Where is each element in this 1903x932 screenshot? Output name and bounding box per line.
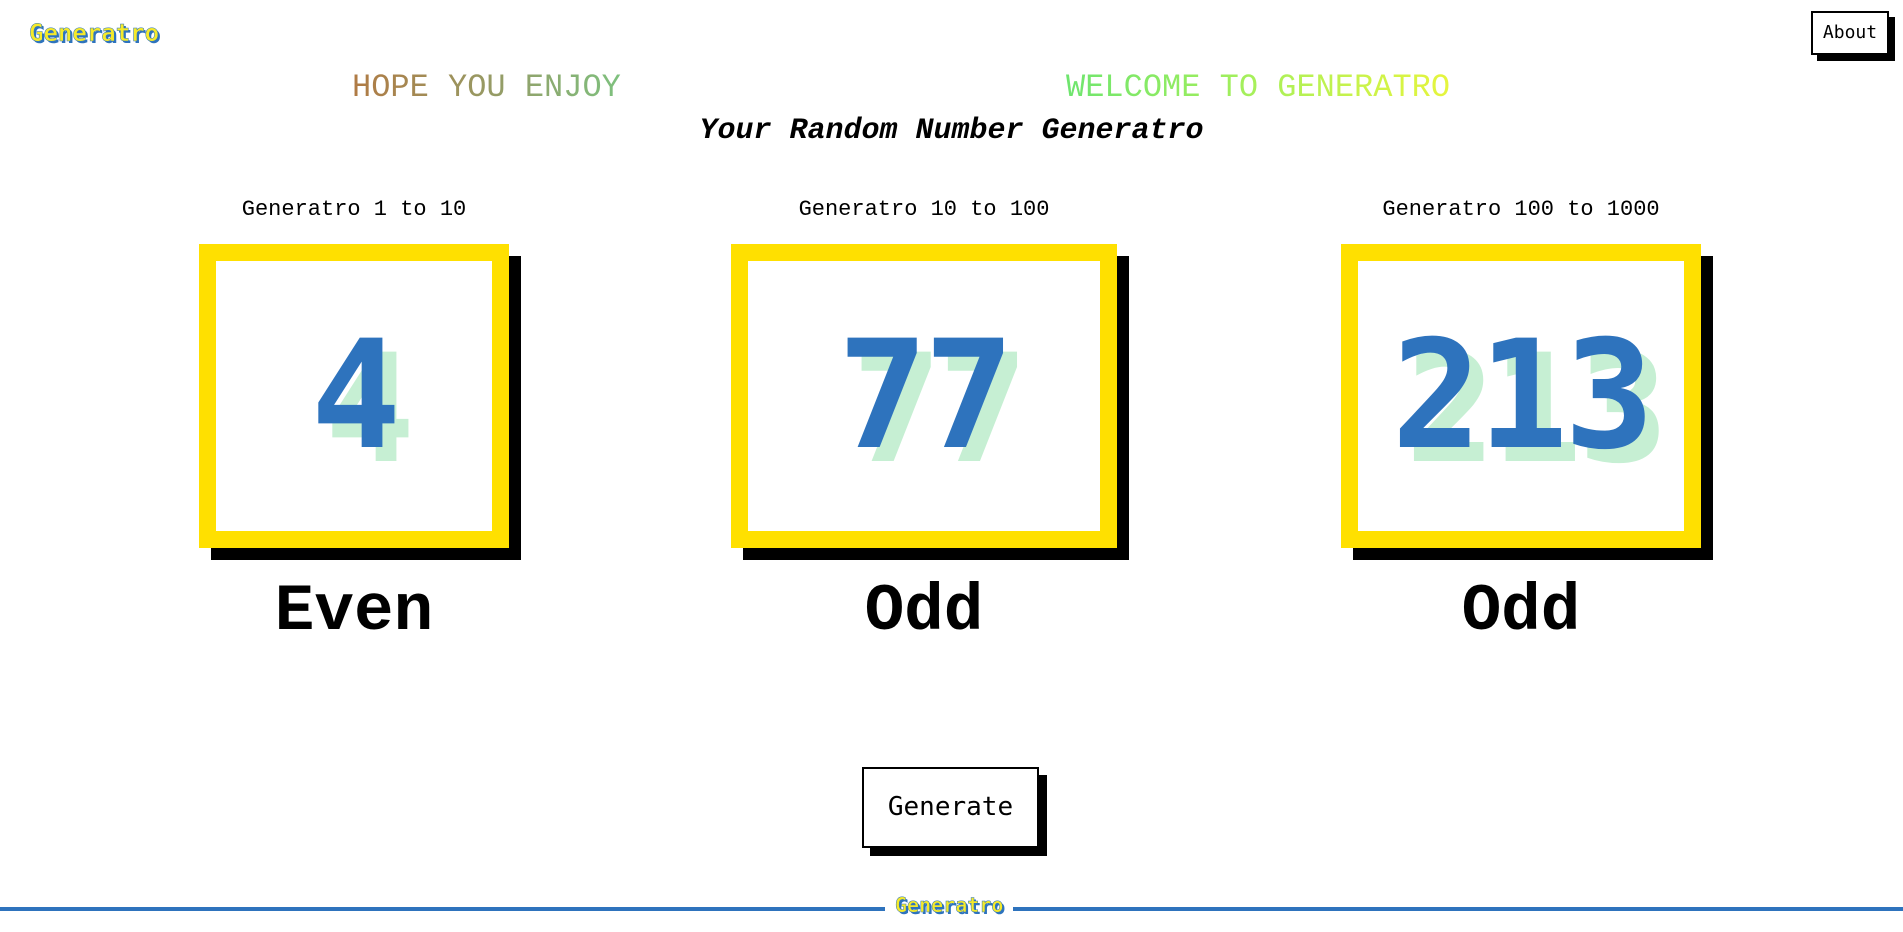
number-display-box: 4 [199,244,509,548]
app-logo[interactable]: Generatro [29,18,160,48]
footer-logo: Generatro [885,892,1014,918]
parity-label: Odd [1461,574,1581,649]
generator-label: Generatro 10 to 100 [798,197,1050,222]
about-button[interactable]: About [1811,11,1889,55]
generator-label: Generatro 100 to 1000 [1382,197,1660,222]
random-number: 77 [837,309,1015,483]
generate-button[interactable]: Generate [862,767,1039,848]
number-display-box: 77 [731,244,1117,548]
number-display-box: 213 [1341,244,1701,548]
parity-label: Even [274,574,434,649]
banner-left-text: HOPE YOU ENJOY [352,69,621,106]
random-number: 213 [1391,309,1655,483]
parity-label: Odd [864,574,984,649]
generator-label: Generatro 1 to 10 [241,197,467,222]
page-subtitle: Your Random Number Generatro [699,114,1204,148]
banner-right-text: WELCOME TO GENERATRO [1066,69,1451,106]
random-number: 4 [310,309,401,483]
